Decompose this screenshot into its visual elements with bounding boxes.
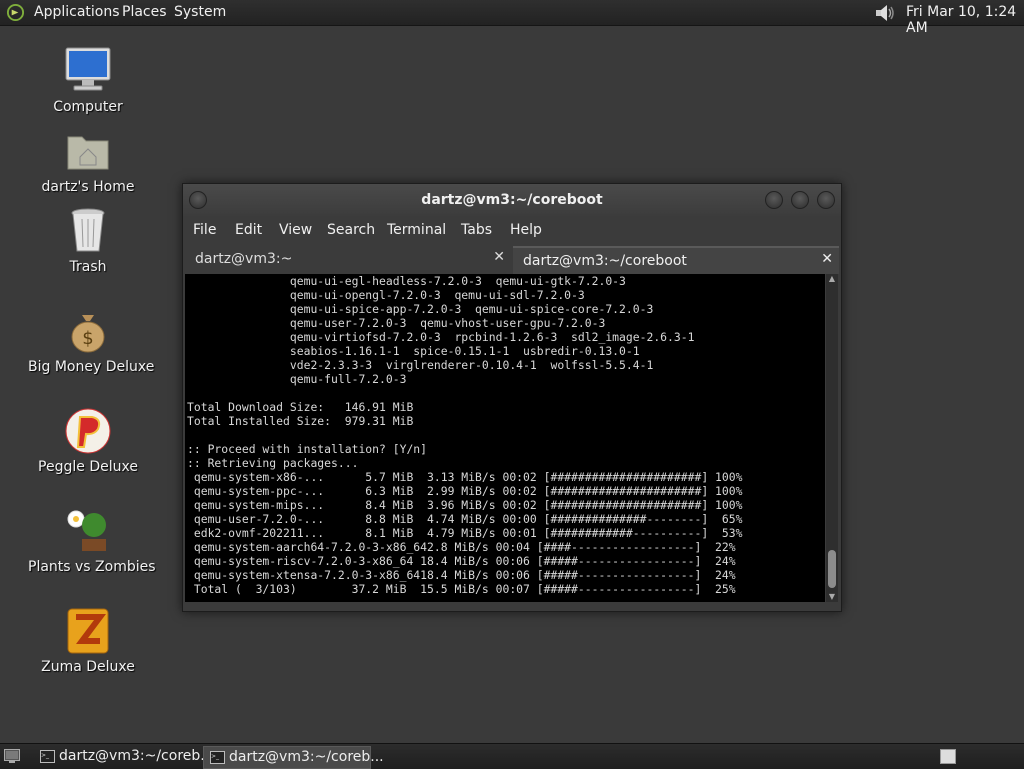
scrollbar-thumb[interactable] — [828, 550, 836, 588]
scroll-down-arrow-icon[interactable]: ▼ — [826, 592, 838, 602]
tab-close-icon[interactable]: ✕ — [493, 249, 505, 265]
taskbar-item[interactable]: >_ dartz@vm3:~/coreb... — [34, 746, 214, 767]
show-desktop-icon[interactable] — [4, 749, 20, 763]
desktop-icon-label: Big Money Deluxe — [28, 359, 155, 375]
terminal-scrollbar[interactable]: ▲ ▼ — [826, 274, 838, 602]
taskbar-item-label: dartz@vm3:~/coreb... — [59, 748, 214, 764]
volume-icon[interactable] — [874, 3, 896, 23]
minimize-icon[interactable] — [765, 191, 783, 209]
menu-help[interactable]: Help — [510, 222, 542, 238]
desktop-icon-label: Peggle Deluxe — [38, 459, 138, 475]
trash-icon — [62, 205, 114, 257]
clock[interactable]: Fri Mar 10, 1:24 AM — [906, 4, 1024, 36]
terminal-window[interactable]: dartz@vm3:~/coreboot File Edit View Sear… — [182, 183, 842, 612]
bottom-panel: >_ dartz@vm3:~/coreb... >_ dartz@vm3:~/c… — [0, 743, 1024, 769]
menu-terminal[interactable]: Terminal — [387, 222, 446, 238]
tab-close-icon[interactable]: ✕ — [821, 251, 833, 267]
desktop-icon-computer[interactable]: Computer — [28, 45, 148, 115]
taskbar-item-label: dartz@vm3:~/coreb... — [229, 749, 384, 765]
desktop-icon-zuma-deluxe[interactable]: Zuma Deluxe — [28, 605, 148, 675]
terminal-tabs: dartz@vm3:~ ✕ dartz@vm3:~/coreboot ✕ — [183, 244, 841, 274]
tab-label: dartz@vm3:~ — [195, 251, 293, 267]
terminal-output[interactable]: qemu-ui-egl-headless-7.2.0-3 qemu-ui-gtk… — [185, 274, 825, 602]
desktop-icon-label: Zuma Deluxe — [41, 659, 135, 675]
desktop-icon-peggle-deluxe[interactable]: Peggle Deluxe — [28, 405, 148, 475]
maximize-icon[interactable] — [791, 191, 809, 209]
window-titlebar[interactable]: dartz@vm3:~/coreboot — [183, 184, 841, 216]
top-panel: Applications Places System Fri Mar 10, 1… — [0, 0, 1024, 36]
desktop-icon-label: Trash — [69, 259, 107, 275]
window-title: dartz@vm3:~/coreboot — [421, 192, 603, 208]
menu-search[interactable]: Search — [327, 222, 375, 238]
menu-system[interactable]: System — [174, 4, 226, 20]
terminal-icon: >_ — [40, 750, 55, 763]
desktop-icon-plants-vs-zombies[interactable]: Plants vs Zombies — [28, 505, 156, 575]
gnome-foot-logo-icon[interactable] — [6, 3, 25, 22]
tab-coreboot[interactable]: dartz@vm3:~/coreboot ✕ — [513, 246, 839, 274]
desktop-icon-label: dartz's Home — [41, 179, 135, 195]
tab-label: dartz@vm3:~/coreboot — [523, 253, 687, 269]
zuma-icon — [62, 605, 114, 657]
scroll-up-arrow-icon[interactable]: ▲ — [826, 274, 838, 284]
close-icon[interactable] — [817, 191, 835, 209]
plant-icon — [62, 505, 114, 557]
menu-places[interactable]: Places — [122, 4, 167, 20]
terminal-icon: >_ — [210, 751, 225, 764]
computer-icon — [62, 45, 114, 97]
desktop-icon-big-money-deluxe[interactable]: $ Big Money Deluxe — [28, 305, 155, 375]
svg-text:$: $ — [82, 328, 93, 349]
taskbar-item-active[interactable]: >_ dartz@vm3:~/coreb... — [203, 746, 384, 769]
home-folder-icon — [62, 125, 114, 177]
tab-home[interactable]: dartz@vm3:~ ✕ — [185, 246, 511, 272]
terminal-menubar: File Edit View Search Terminal Tabs Help — [183, 216, 841, 244]
money-bag-icon: $ — [62, 305, 114, 357]
menu-file[interactable]: File — [193, 222, 216, 238]
menu-tabs[interactable]: Tabs — [461, 222, 492, 238]
desktop-icon-trash[interactable]: Trash — [28, 205, 148, 275]
workspace-switcher[interactable] — [940, 749, 956, 764]
menu-edit[interactable]: Edit — [235, 222, 262, 238]
desktop-icon-label: Plants vs Zombies — [28, 559, 156, 575]
menu-view[interactable]: View — [279, 222, 312, 238]
menu-applications[interactable]: Applications — [34, 4, 120, 20]
desktop-icon-home[interactable]: dartz's Home — [28, 125, 148, 195]
peggle-icon — [62, 405, 114, 457]
terminal-text: qemu-ui-egl-headless-7.2.0-3 qemu-ui-gtk… — [187, 274, 743, 596]
desktop-icon-label: Computer — [53, 99, 123, 115]
